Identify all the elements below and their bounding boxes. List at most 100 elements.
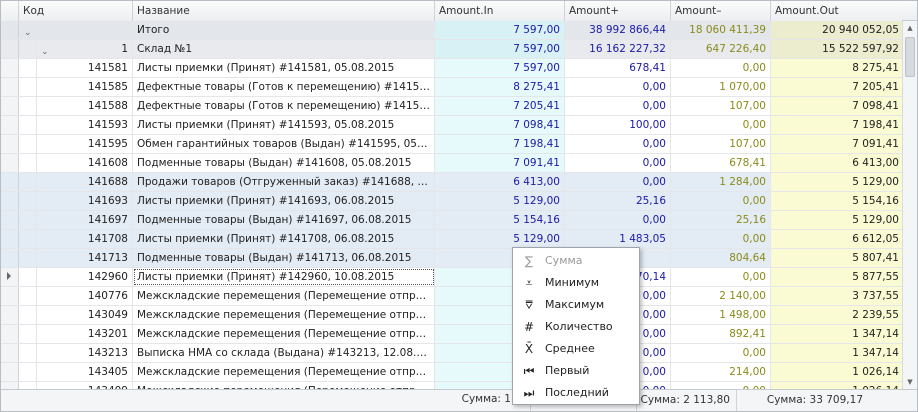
menu-item-first[interactable]: ⏮ Первый — [513, 360, 639, 382]
cell-kod[interactable]: 142960 — [37, 268, 133, 286]
cell-amount-in[interactable]: 5 129,00 — [435, 230, 565, 248]
cell-amount-out[interactable]: 1 026,14 — [771, 363, 903, 381]
table-row[interactable]: 143049 Межскладские перемещения (Перемеще… — [1, 306, 903, 325]
cell-amount-minus[interactable]: 0,00 — [671, 192, 771, 210]
column-header-amount-out[interactable]: Amount.Out — [771, 1, 903, 21]
cell-amount-out[interactable]: 3 737,55 — [771, 287, 903, 305]
cell-amount-out[interactable]: 1 347,14 — [771, 344, 903, 362]
cell-amount-minus[interactable]: 214,00 — [671, 363, 771, 381]
cell-kod[interactable]: 141585 — [37, 78, 133, 96]
cell-name[interactable]: Выписка НМА со склада (Выдана) #143213, … — [133, 344, 435, 362]
cell-amount-out[interactable]: 7 098,41 — [771, 97, 903, 115]
cell-name[interactable]: Листы приемки (Принят) #141581, 05.08.20… — [133, 59, 435, 77]
cell-amount-out[interactable]: 1 026,14 — [771, 382, 903, 389]
group-kod[interactable]: ⌄ 1 — [37, 40, 133, 58]
cell-name[interactable]: Межскладские перемещения (Перемещение от… — [133, 382, 435, 389]
cell-name[interactable]: Подменные товары (Выдан) #141697, 06.08.… — [133, 211, 435, 229]
column-header-amount-minus[interactable]: Amount– — [671, 1, 771, 21]
cell-amount-in[interactable]: 7 098,41 — [435, 116, 565, 134]
vertical-scrollbar[interactable]: ▲ ▼ — [902, 21, 917, 389]
table-row[interactable]: 141693 Листы приемки (Принят) #141693, 06… — [1, 192, 903, 211]
table-row[interactable]: 141708 Листы приемки (Принят) #141708, 06… — [1, 230, 903, 249]
cell-kod[interactable]: 143405 — [37, 363, 133, 381]
cell-amount-minus[interactable]: 0,00 — [671, 344, 771, 362]
cell-amount-plus[interactable]: 678,41 — [565, 59, 671, 77]
cell-amount-plus[interactable]: 1 483,05 — [565, 230, 671, 248]
cell-amount-minus[interactable]: 678,41 — [671, 154, 771, 172]
table-row[interactable]: 142960 Листы приемки (Принят) #142960, 10… — [1, 268, 903, 287]
cell-kod[interactable]: 143201 — [37, 325, 133, 343]
cell-amount-in[interactable]: 5 154,16 — [435, 211, 565, 229]
cell-amount-minus[interactable]: 0,00 — [671, 268, 771, 286]
cell-amount-minus[interactable]: 107,00 — [671, 97, 771, 115]
cell-amount-minus[interactable]: 0,00 — [671, 230, 771, 248]
cell-amount-minus[interactable]: 2 140,00 — [671, 287, 771, 305]
cell-amount-out[interactable]: 8 275,41 — [771, 59, 903, 77]
cell-amount-plus[interactable]: 0,00 — [565, 78, 671, 96]
cell-name[interactable]: Подменные товары (Выдан) #141608, 05.08.… — [133, 154, 435, 172]
cell-kod[interactable]: 141713 — [37, 249, 133, 267]
cell-amount-in[interactable]: 5 129,00 — [435, 192, 565, 210]
cell-kod[interactable]: 141608 — [37, 154, 133, 172]
menu-item-count[interactable]: # Количество — [513, 316, 639, 338]
cell-amount-out[interactable]: 5 154,16 — [771, 192, 903, 210]
column-header-amount-in[interactable]: Amount.In — [435, 1, 565, 21]
column-header-kod[interactable]: Код — [19, 1, 133, 21]
column-header-name[interactable]: Название — [133, 1, 435, 21]
cell-name[interactable]: Продажи товаров (Отгруженный заказ) #141… — [133, 173, 435, 191]
cell-amount-minus[interactable]: 0,00 — [671, 59, 771, 77]
cell-kod[interactable]: 143213 — [37, 344, 133, 362]
cell-amount-plus[interactable]: 0,00 — [565, 97, 671, 115]
table-row[interactable]: 143201 Межскладские перемещения (Перемеще… — [1, 325, 903, 344]
cell-name[interactable]: Листы приемки (Принят) #141593, 05.08.20… — [133, 116, 435, 134]
cell-amount-in[interactable]: 8 275,41 — [435, 78, 565, 96]
cell-kod[interactable]: 143409 — [37, 382, 133, 389]
table-row[interactable]: 141581 Листы приемки (Принят) #141581, 05… — [1, 59, 903, 78]
cell-kod[interactable]: 140776 — [37, 287, 133, 305]
table-row[interactable]: 141688 Продажи товаров (Отгруженный заказ… — [1, 173, 903, 192]
cell-amount-minus[interactable]: 1 070,00 — [671, 78, 771, 96]
cell-amount-plus[interactable]: 25,16 — [565, 192, 671, 210]
cell-amount-in[interactable]: 7 198,41 — [435, 135, 565, 153]
cell-name[interactable]: Дефектные товары (Готов к перемещению) #… — [133, 78, 435, 96]
cell-amount-minus[interactable]: 25,16 — [671, 211, 771, 229]
cell-kod[interactable]: 141693 — [37, 192, 133, 210]
cell-amount-out[interactable]: 7 198,41 — [771, 116, 903, 134]
cell-amount-minus[interactable]: 1 284,00 — [671, 173, 771, 191]
menu-item-last[interactable]: ⏭ Последний — [513, 382, 639, 404]
cell-name[interactable]: Листы приемки (Принят) #141693, 06.08.20… — [133, 192, 435, 210]
cell-name[interactable]: Дефектные товары (Готов к перемещению) #… — [133, 97, 435, 115]
cell-name[interactable]: Межскладские перемещения (Перемещение от… — [133, 306, 435, 324]
cell-amount-in[interactable]: 7 597,00 — [435, 59, 565, 77]
menu-item-average[interactable]: X̄ Среднее — [513, 338, 639, 360]
cell-name[interactable]: Листы приемки (Принят) #142960, 10.08.20… — [133, 268, 435, 286]
footer-sum-in[interactable]: Сумма: 1 — [417, 389, 515, 411]
cell-amount-in[interactable]: 7 205,41 — [435, 97, 565, 115]
cell-name[interactable]: Листы приемки (Принят) #141708, 06.08.20… — [133, 230, 435, 248]
cell-kod[interactable]: 141588 — [37, 97, 133, 115]
cell-amount-minus[interactable]: 0,00 — [671, 382, 771, 389]
footer-sum-out[interactable]: Сумма: 33 709,17 — [737, 390, 869, 411]
cell-amount-out[interactable]: 5 129,00 — [771, 211, 903, 229]
cell-kod[interactable]: 141593 — [37, 116, 133, 134]
cell-amount-minus[interactable]: 804,64 — [671, 249, 771, 267]
cell-amount-plus[interactable]: 0,00 — [565, 135, 671, 153]
cell-amount-plus[interactable]: 0,00 — [565, 154, 671, 172]
scroll-up-icon[interactable]: ▲ — [903, 21, 917, 35]
expand-toggle[interactable]: ⌄ — [19, 21, 37, 39]
table-row[interactable]: 141593 Листы приемки (Принят) #141593, 05… — [1, 116, 903, 135]
cell-amount-plus[interactable]: 0,00 — [565, 211, 671, 229]
table-row[interactable]: 140776 Межскладские перемещения (Перемеще… — [1, 287, 903, 306]
cell-kod[interactable]: 141688 — [37, 173, 133, 191]
cell-amount-minus[interactable]: 107,00 — [671, 135, 771, 153]
column-header-amount-plus[interactable]: Amount+ — [565, 1, 671, 21]
table-row[interactable]: 141595 Обмен гарантийных товаров (Выдан) … — [1, 135, 903, 154]
cell-amount-out[interactable]: 5 877,55 — [771, 268, 903, 286]
cell-name[interactable]: Межскладские перемещения (Перемещение от… — [133, 363, 435, 381]
table-row[interactable]: 143409Межскладские перемещения (Перемеще… — [1, 382, 903, 389]
cell-amount-out[interactable]: 5 129,00 — [771, 173, 903, 191]
footer-sum-minus[interactable]: Сумма: 2 113,80 — [637, 390, 737, 411]
cell-amount-out[interactable]: 7 091,41 — [771, 135, 903, 153]
cell-amount-out[interactable]: 6 612,05 — [771, 230, 903, 248]
cell-amount-plus[interactable]: 0,00 — [565, 173, 671, 191]
